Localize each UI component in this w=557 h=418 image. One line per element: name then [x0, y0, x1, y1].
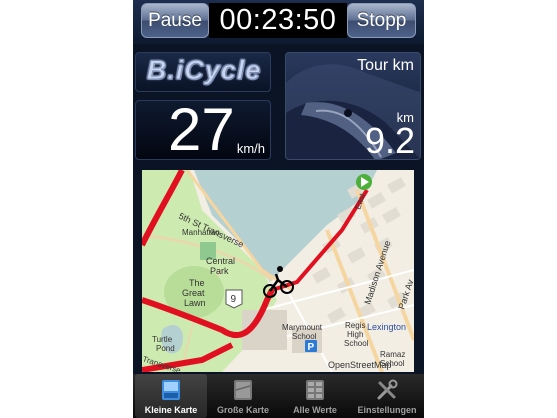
speed-panel: 27 km/h — [135, 96, 271, 163]
lexington-label: Lexington — [367, 322, 406, 332]
area-label-manhattan: Manhattan — [182, 228, 220, 237]
route-map[interactable]: 9 P 5th St Transverse Manhattan Central … — [142, 170, 414, 372]
parking-icon: P — [305, 340, 317, 353]
school-label-line2: School — [292, 332, 317, 341]
regis-label-line3: School — [344, 339, 369, 348]
school-label-line1: Marymount — [282, 323, 323, 332]
map-canvas[interactable]: 9 P 5th St Transverse Manhattan Central … — [142, 170, 414, 372]
all-values-icon — [306, 380, 324, 400]
tab-label: Alle Werte — [293, 405, 337, 415]
svg-text:P: P — [308, 342, 315, 353]
svg-text:9: 9 — [231, 294, 237, 305]
settings-icon — [377, 379, 398, 400]
tour-title: Tour km — [357, 57, 414, 74]
tab-all-values[interactable]: Alle Werte — [279, 374, 351, 418]
tab-large-map[interactable]: Große Karte — [207, 374, 279, 418]
app-logo: B.iCycle — [146, 55, 262, 86]
park-label-line1: Central — [206, 256, 235, 266]
stop-button[interactable]: Stopp — [347, 3, 416, 38]
pause-button[interactable]: Pause — [141, 3, 209, 38]
tab-label: Einstellungen — [357, 405, 417, 415]
control-bar: Pause 00:23:50 Stopp — [133, 0, 424, 44]
route-badge: 9 — [225, 289, 243, 309]
tab-bar: Kleine Karte Große Karte Alle Werte Eins… — [133, 374, 424, 418]
lawn-label-line2: Great — [182, 288, 205, 298]
small-map-icon — [162, 380, 180, 400]
park-label-line2: Park — [210, 266, 229, 276]
app-screen: Pause 00:23:50 Stopp B.iCycle 27 km/h To — [133, 0, 424, 418]
start-flag-icon — [356, 174, 372, 190]
tab-label: Kleine Karte — [144, 405, 198, 415]
tab-small-map[interactable]: Kleine Karte — [135, 374, 207, 418]
lawn-label-line1: The — [189, 278, 205, 288]
tab-label: Große Karte — [216, 405, 269, 415]
large-map-icon — [234, 380, 252, 400]
map-attribution[interactable]: OpenStreetMap — [328, 360, 392, 370]
tour-distance-value: 9.2 — [364, 120, 415, 160]
logo-panel: B.iCycle — [135, 52, 271, 92]
regis-label-line1: Regis — [345, 321, 365, 330]
tab-settings[interactable]: Einstellungen — [351, 374, 423, 418]
regis-label-line2: High — [347, 330, 363, 339]
speed-unit: km/h — [236, 141, 265, 156]
speed-value: 27 — [168, 96, 235, 163]
tour-distance-panel[interactable]: Tour km km 9.2 — [285, 52, 421, 160]
elapsed-timer: 00:23:50 — [209, 3, 347, 38]
ramaz-label-line1: Ramaz — [380, 350, 405, 359]
lawn-label-line3: Lawn — [184, 298, 206, 308]
pond-label-line2: Pond — [156, 344, 175, 353]
pond-label-line1: Turtle — [152, 335, 173, 344]
